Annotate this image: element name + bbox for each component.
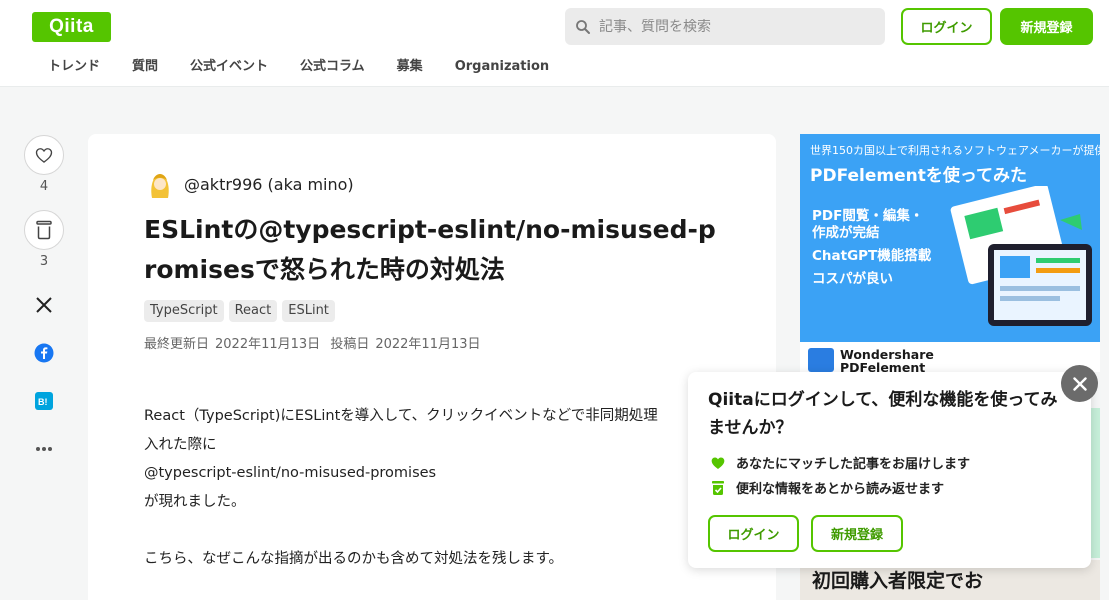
facebook-icon: [34, 343, 54, 363]
popup-feature-text: あなたにマッチした記事をお届けします: [736, 457, 971, 472]
body-line: こちら、なぜこんな指摘が出るのかも含めて対処法を残します。: [144, 550, 564, 567]
popup-login-button[interactable]: ログイン: [708, 515, 799, 552]
article-dates: 最終更新日 2022年11月13日 投稿日 2022年11月13日: [144, 333, 487, 352]
ad-green-strip: [1090, 408, 1100, 558]
author-info[interactable]: @aktr996 (aka mino): [144, 168, 354, 200]
signup-button[interactable]: 新規登録: [1000, 8, 1093, 45]
nav-organization[interactable]: Organization: [439, 56, 565, 78]
ad-headline: PDFelementを使ってみた: [810, 166, 1028, 186]
tag-list: TypeScript React ESLint: [144, 300, 335, 322]
nav-questions[interactable]: 質問: [116, 56, 174, 78]
body-line: が現れました。: [144, 493, 246, 510]
ad-feature: コスパが良い: [812, 271, 893, 287]
body-line: React（TypeScript)にESLintを導入して、クリックイベントなど…: [144, 408, 658, 424]
search-input[interactable]: [599, 18, 869, 35]
ad-top-text: 世界150カ国以上で利用されるソフトウェアメーカーが提供: [810, 144, 1100, 157]
updated-label: 最終更新日: [144, 337, 210, 352]
heart-icon: [35, 148, 53, 163]
more-icon: [36, 447, 52, 451]
more-button[interactable]: [24, 438, 64, 460]
nav-recruitment[interactable]: 募集: [381, 56, 439, 78]
article-actions: 4 3 B!: [24, 135, 64, 460]
avatar[interactable]: [144, 168, 176, 200]
posted-date: 2022年11月13日: [375, 337, 481, 352]
body-line: [144, 516, 704, 545]
like-button[interactable]: [24, 135, 64, 175]
x-icon: [36, 297, 52, 313]
svg-text:B!: B!: [38, 397, 48, 407]
search-icon: [576, 19, 590, 34]
stock-count: 3: [39, 254, 49, 269]
header: Qiita ログイン 新規登録 トレンド 質問 公式イベント 公式コラム 募集 …: [0, 0, 1109, 87]
popup-feature-item: あなたにマッチした記事をお届けします: [710, 453, 970, 472]
stock-icon: [36, 220, 52, 240]
tag-react[interactable]: React: [228, 300, 278, 322]
main-nav: トレンド 質問 公式イベント 公式コラム 募集 Organization: [32, 56, 565, 78]
nav-official-events[interactable]: 公式イベント: [174, 56, 284, 78]
wondershare-logo-icon: [808, 348, 834, 372]
article-body: React（TypeScript)にESLintを導入して、クリックイベントなど…: [144, 402, 704, 573]
popup-feature-item: 便利な情報をあとから読み返せます: [710, 478, 944, 497]
popup-close-button[interactable]: [1061, 365, 1098, 402]
nav-official-columns[interactable]: 公式コラム: [284, 56, 381, 78]
stock-check-icon: [712, 480, 724, 495]
heart-icon: [711, 457, 725, 469]
body-line: @typescript-eslint/no-misused-promises: [144, 465, 437, 481]
hatena-bookmark-icon: B!: [35, 392, 53, 410]
ad-feature: ChatGPT機能搭載: [812, 248, 932, 264]
popup-feature-text: 便利な情報をあとから読み返せます: [736, 482, 945, 497]
login-button[interactable]: ログイン: [901, 8, 992, 45]
stock-button[interactable]: [24, 210, 64, 250]
article-title: ESLintの@typescript-eslint/no-misused-pro…: [144, 215, 716, 284]
search-box[interactable]: [565, 8, 885, 45]
posted-label: 投稿日: [330, 337, 370, 352]
author-name[interactable]: @aktr996 (aka mino): [184, 175, 354, 194]
share-x-button[interactable]: [24, 294, 64, 316]
ad-illustration: [950, 186, 1092, 326]
article-card: @aktr996 (aka mino) ESLintの@typescript-e…: [88, 134, 776, 600]
ad-bottom-text: 初回購入者限定でお: [812, 570, 984, 592]
nav-trend[interactable]: トレンド: [32, 56, 116, 78]
ad-brand-bar[interactable]: Wondershare PDFelement: [800, 342, 1100, 374]
ad-feature: 作成が完結: [812, 225, 880, 241]
popup-signup-button[interactable]: 新規登録: [811, 515, 903, 552]
updated-date: 2022年11月13日: [215, 337, 321, 352]
tag-eslint[interactable]: ESLint: [282, 300, 335, 322]
like-count: 4: [39, 179, 49, 194]
popup-title: Qiitaにログインして、便利な機能を使ってみませんか？: [708, 390, 1058, 438]
ad-feature: PDF閲覧・編集・: [812, 208, 924, 224]
body-line: 入れた際に: [144, 436, 217, 453]
tag-typescript[interactable]: TypeScript: [144, 300, 224, 322]
qiita-logo[interactable]: Qiita: [32, 12, 111, 42]
close-icon: [1072, 376, 1087, 391]
share-hatena-button[interactable]: B!: [24, 390, 64, 412]
share-facebook-button[interactable]: [24, 342, 64, 364]
ad-banner[interactable]: 世界150カ国以上で利用されるソフトウェアメーカーが提供 PDFelementを…: [800, 134, 1100, 342]
login-prompt-popup: Qiitaにログインして、便利な機能を使ってみませんか？ あなたにマッチした記事…: [688, 372, 1091, 568]
